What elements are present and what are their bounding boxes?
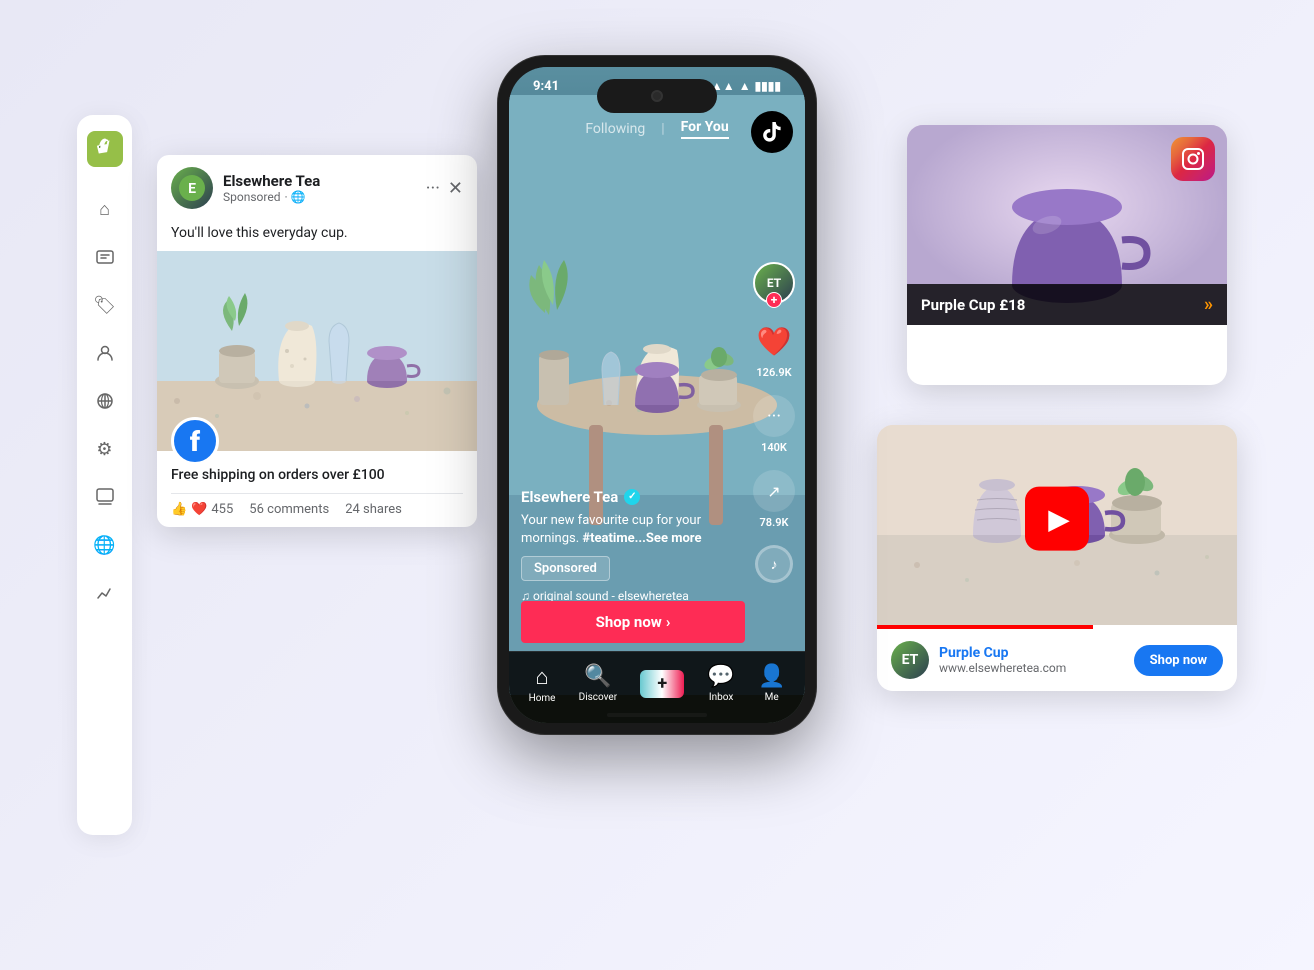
fb-logo-circle: f	[171, 417, 219, 465]
tiktok-add-btn[interactable]: +	[640, 670, 684, 698]
like-action[interactable]: ❤️ 126.9K	[753, 320, 795, 379]
creator-avatar: ET +	[753, 262, 795, 304]
home-icon: ⌂	[535, 664, 548, 690]
fb-close-icon[interactable]: ✕	[448, 178, 463, 199]
tiktok-bottom-nav: ⌂ Home 🔍 Discover + 💬 Inbox 👤 Me	[509, 651, 805, 723]
youtube-website: www.elsewheretea.com	[939, 661, 1124, 675]
tiktok-desc: Your new favourite cup for your mornings…	[521, 512, 745, 548]
fb-sponsored-label: Sponsored · 🌐	[223, 190, 416, 204]
chevron-right-icon: ›	[666, 613, 671, 631]
fb-ad-text: You'll love this everyday cup.	[157, 221, 477, 251]
discover-icon: 🔍	[584, 664, 611, 689]
shopify-sidebar: ⌂ 🏷 ⚙ 🌐	[77, 115, 132, 835]
youtube-ad-info: Purple Cup www.elsewheretea.com	[939, 645, 1124, 675]
reaction-icons: 👍 ❤️ 455	[171, 502, 233, 517]
reaction-count: 455	[211, 502, 233, 517]
tiktok-content: Elsewhere Tea ✓ Your new favourite cup f…	[521, 488, 745, 603]
tiktok-nav-inbox[interactable]: 💬 Inbox	[707, 664, 734, 703]
profile-icon: 👤	[758, 664, 785, 689]
instagram-ad-card: Purple Cup £18 »	[907, 125, 1227, 385]
fb-shipping-text: Free shipping on orders over £100	[171, 467, 463, 483]
tiktok-shop-now-btn[interactable]: Shop now ›	[521, 601, 745, 643]
like-count: 126.9K	[756, 366, 791, 379]
sidebar-item-home[interactable]: ⌂	[91, 195, 119, 223]
youtube-play-button[interactable]: ▶	[1025, 487, 1089, 551]
tiktok-right-actions: ET + ❤️ 126.9K ··· 140K	[753, 262, 795, 583]
comment-action[interactable]: ··· 140K	[753, 395, 795, 454]
youtube-ad-image: ▶	[877, 425, 1237, 625]
nav-following[interactable]: Following	[585, 121, 645, 137]
share-count: 78.9K	[760, 516, 789, 529]
creator-avatar-action[interactable]: ET +	[753, 262, 795, 304]
instagram-ad-image: Purple Cup £18 »	[907, 125, 1227, 325]
youtube-ad-footer: ET Purple Cup www.elsewheretea.com Shop …	[877, 629, 1237, 691]
phone-screen: 9:41 ▲▲▲ ▲ ▮▮▮▮	[509, 67, 805, 723]
sidebar-item-customers[interactable]	[91, 339, 119, 367]
sidebar-item-settings[interactable]: ⚙	[91, 435, 119, 463]
fb-comments-btn[interactable]: 56 comments	[249, 502, 329, 517]
fb-reactions: 👍 ❤️ 455 56 comments 24 shares	[171, 493, 463, 517]
facebook-ad-card: E Elsewhere Tea Sponsored · 🌐 ··· ✕ You'…	[157, 155, 477, 527]
tiktok-phone: 9:41 ▲▲▲ ▲ ▮▮▮▮	[497, 55, 817, 735]
fb-more-icon[interactable]: ···	[426, 178, 440, 199]
time-display: 9:41	[533, 79, 559, 94]
instagram-product-name: Purple Cup £18	[921, 296, 1025, 314]
thumbs-up-icon: 👍	[171, 502, 187, 517]
instagram-logo-icon	[1171, 137, 1215, 181]
comment-count: 140K	[761, 441, 787, 454]
share-action[interactable]: ↗ 78.9K	[753, 470, 795, 529]
fb-brand-avatar: E	[171, 167, 213, 209]
youtube-shop-now-btn[interactable]: Shop now	[1134, 645, 1223, 676]
nav-for-you[interactable]: For You	[681, 119, 729, 139]
fb-shares-btn[interactable]: 24 shares	[345, 502, 402, 517]
fb-ad-meta: Elsewhere Tea Sponsored · 🌐	[223, 172, 416, 204]
tiktok-username: Elsewhere Tea ✓	[521, 488, 745, 506]
music-disc-icon: ♪	[755, 545, 793, 583]
verified-badge: ✓	[624, 489, 640, 505]
comment-icon: ···	[753, 395, 795, 437]
sidebar-item-content[interactable]	[91, 483, 119, 511]
svg-text:E: E	[188, 181, 196, 197]
fb-ad-actions[interactable]: ··· ✕	[426, 178, 463, 199]
music-disc-action[interactable]: ♪	[755, 545, 793, 583]
tiktok-hashtag: #teatime...See more	[582, 531, 701, 546]
sidebar-item-international[interactable]: 🌐	[91, 531, 119, 559]
sidebar-item-analytics[interactable]	[91, 579, 119, 607]
sidebar-item-products[interactable]: 🏷	[91, 291, 119, 319]
front-camera	[651, 90, 663, 102]
heart-icon: ❤️	[191, 502, 207, 517]
shopify-logo-icon	[87, 131, 123, 167]
tiktok-logo-btn[interactable]	[751, 111, 793, 153]
sidebar-item-orders[interactable]	[91, 243, 119, 271]
fb-brand-name: Elsewhere Tea	[223, 172, 416, 190]
inbox-icon: 💬	[707, 664, 734, 689]
fb-image-container: f	[157, 251, 477, 451]
youtube-product-name: Purple Cup	[939, 645, 1124, 661]
like-icon: ❤️	[753, 320, 795, 362]
follow-plus-badge: +	[766, 292, 782, 308]
instagram-product-label: Purple Cup £18 »	[907, 284, 1227, 325]
tiktok-nav-me[interactable]: 👤 Me	[758, 664, 785, 703]
youtube-ad-card: ▶ ET Purple Cup www.elsewheretea.com Sho…	[877, 425, 1237, 691]
tiktok-nav-discover[interactable]: 🔍 Discover	[579, 664, 618, 703]
tiktok-sponsored-badge: Sponsored	[521, 556, 610, 581]
scene: ⌂ 🏷 ⚙ 🌐	[57, 35, 1257, 935]
phone-frame: 9:41 ▲▲▲ ▲ ▮▮▮▮	[497, 55, 817, 735]
youtube-brand-avatar: ET	[891, 641, 929, 679]
fb-ad-header: E Elsewhere Tea Sponsored · 🌐 ··· ✕	[157, 155, 477, 221]
phone-notch	[597, 79, 717, 113]
share-icon: ↗	[753, 470, 795, 512]
sidebar-item-marketing[interactable]	[91, 387, 119, 415]
tiktok-nav-home[interactable]: ⌂ Home	[529, 664, 556, 704]
double-chevron-icon: »	[1204, 294, 1213, 315]
